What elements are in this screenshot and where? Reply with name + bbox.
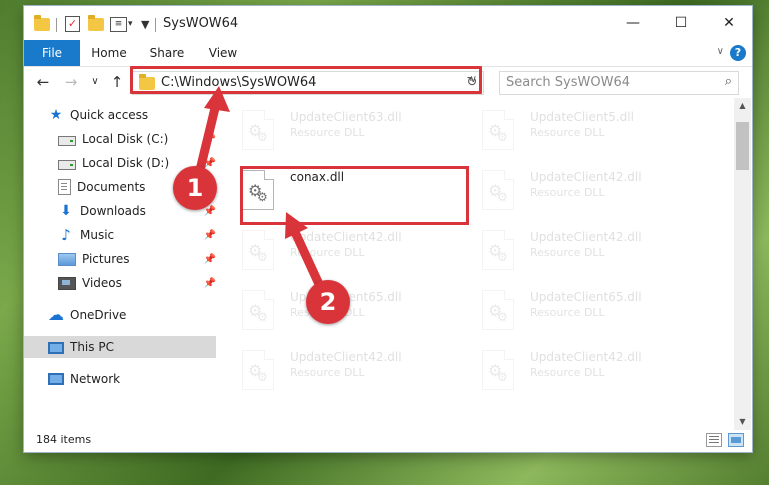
arrow-to-address-bar [195,86,230,175]
arrow-to-file [285,212,323,287]
step-2-badge: 2 [306,280,350,324]
annotation-arrows [195,86,323,287]
step-1-badge: 1 [173,166,217,210]
